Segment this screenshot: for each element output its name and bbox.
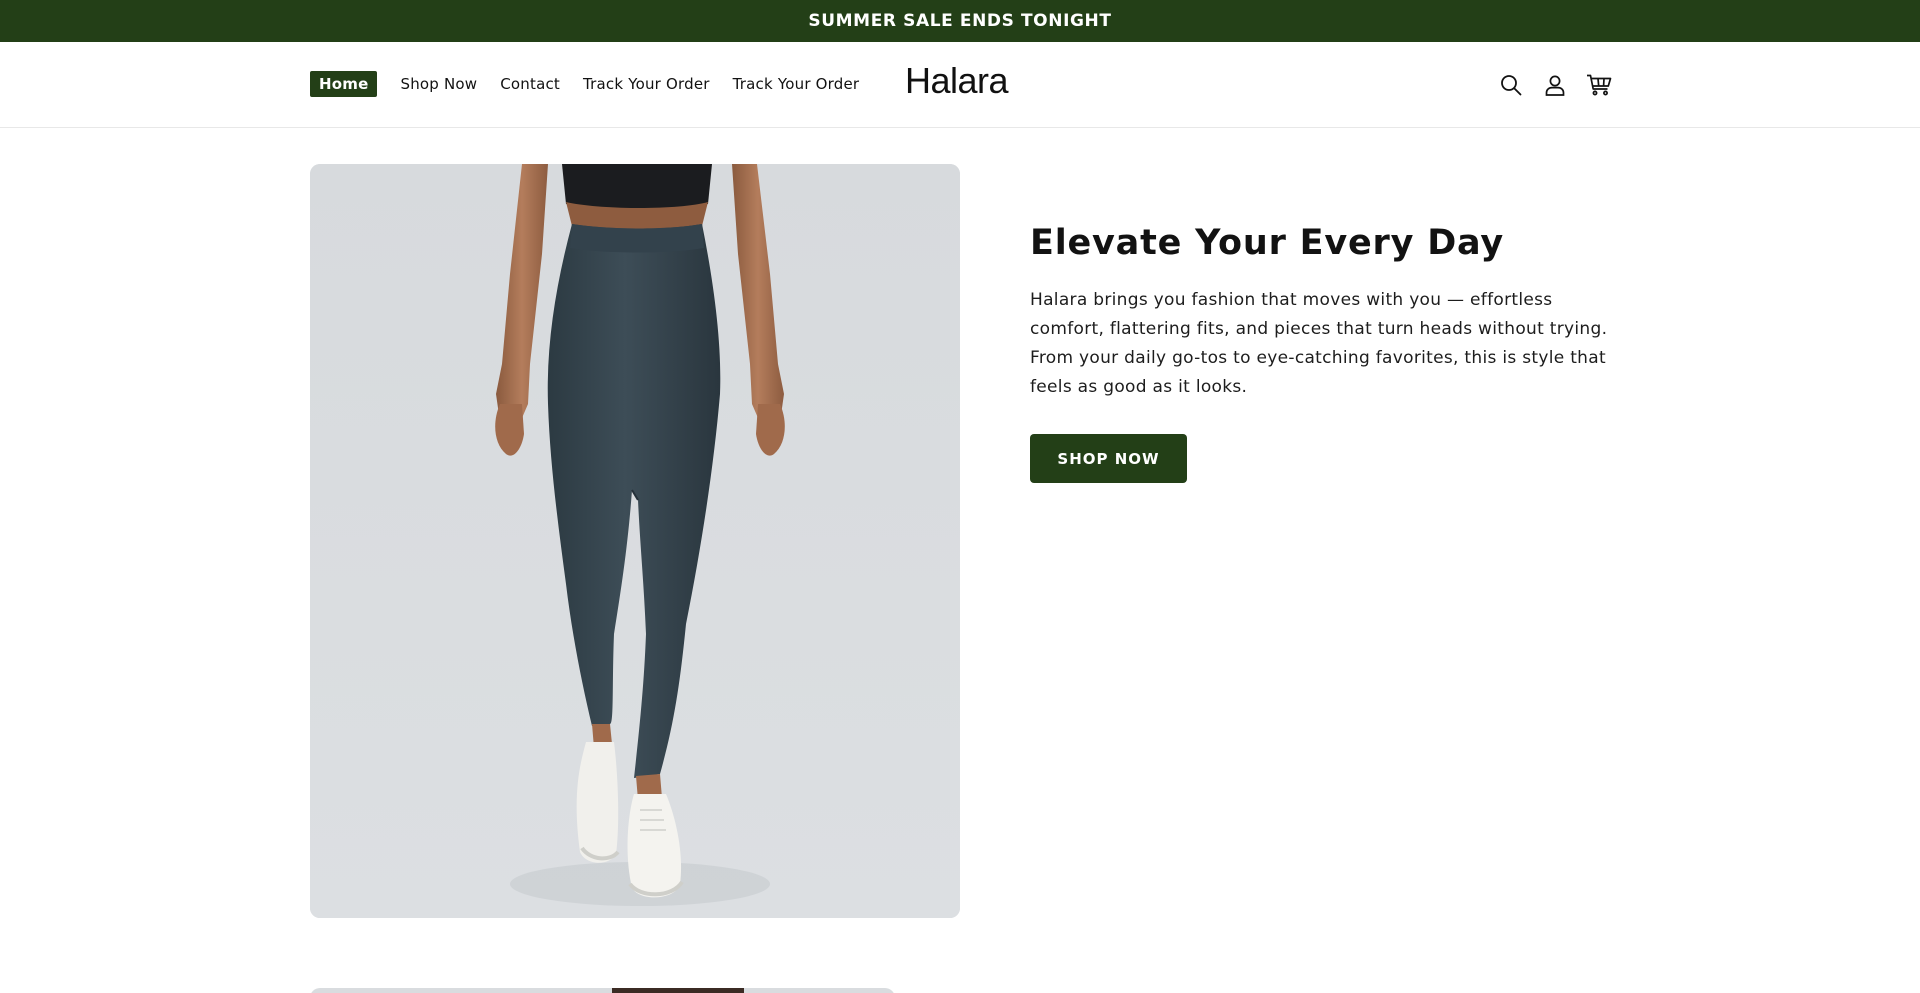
main-nav: Home Shop Now Contact Track Your Order T… bbox=[310, 71, 882, 97]
nav-item-contact[interactable]: Contact bbox=[500, 75, 560, 93]
search-icon[interactable] bbox=[1497, 71, 1525, 99]
nav-item-home[interactable]: Home bbox=[310, 71, 378, 97]
shop-now-button[interactable]: SHOP NOW bbox=[1030, 434, 1187, 483]
hero-content: Elevate Your Every Day Halara brings you… bbox=[1030, 218, 1620, 483]
site-logo[interactable]: Halara bbox=[905, 60, 1009, 102]
announcement-bar: SUMMER SALE ENDS TONIGHT bbox=[0, 0, 1920, 42]
nav-item-track-order[interactable]: Track Your Order bbox=[583, 75, 710, 93]
account-icon[interactable] bbox=[1541, 71, 1569, 99]
cart-icon[interactable] bbox=[1585, 71, 1613, 99]
model-leggings-illustration bbox=[310, 164, 960, 918]
site-header: Home Shop Now Contact Track Your Order T… bbox=[0, 42, 1920, 128]
nav-item-shop-now[interactable]: Shop Now bbox=[400, 75, 477, 93]
next-section-image-strip bbox=[612, 988, 744, 993]
hero-image bbox=[310, 164, 960, 918]
nav-item-track-order-2[interactable]: Track Your Order bbox=[733, 75, 860, 93]
header-icons bbox=[1497, 71, 1613, 99]
announcement-text: SUMMER SALE ENDS TONIGHT bbox=[808, 11, 1112, 31]
next-section-image bbox=[310, 988, 895, 993]
hero-heading: Elevate Your Every Day bbox=[1030, 223, 1505, 263]
hero-description: Halara brings you fashion that moves wit… bbox=[1030, 290, 1608, 397]
